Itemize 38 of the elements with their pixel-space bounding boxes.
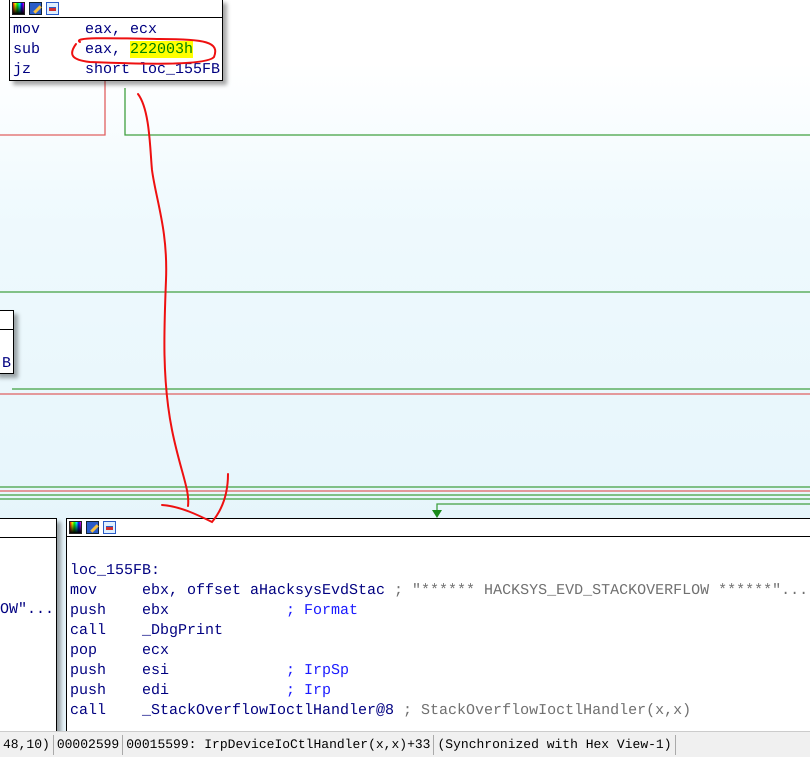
pencil-icon[interactable] (29, 2, 42, 15)
graph-icon[interactable] (103, 521, 116, 534)
status-text: (Synchronized with Hex View-1) (434, 735, 676, 755)
comment-text: ; "****** HACKSYS_EVD_STACKOVERFLOW ******"... (394, 582, 808, 599)
mnemonic-text: call (70, 701, 108, 721)
code-text: B (0, 354, 12, 374)
operand-text: edi (142, 681, 170, 701)
operand-text: eax, 222003h (85, 40, 194, 60)
operand-text: _StackOverflowIoctlHandler@8 (142, 701, 394, 721)
comment-text: ; Format (286, 602, 358, 619)
operand-text: short loc_155FB (85, 60, 220, 80)
graph-icon[interactable] (46, 2, 59, 15)
comment-text: ; IrpSp (286, 662, 350, 679)
operand-text: eax, ecx (85, 20, 158, 40)
code-text: OW"... (0, 600, 55, 620)
operand-text: ebx, offset aHacksysEvdStac (142, 581, 386, 601)
mnemonic-text: pop (70, 641, 98, 661)
comment-text: ; StackOverflowIoctlHandler(x,x) (403, 702, 692, 719)
mnemonic-text: push (70, 661, 108, 681)
mnemonic-text: call (70, 621, 108, 641)
operand-text: ecx (142, 641, 170, 661)
status-text: 00015599: IrpDeviceIoCtlHandler(x,x)+33 (123, 735, 434, 755)
status-text: 00002599 (54, 735, 124, 755)
mnemonic-text: sub (13, 40, 42, 60)
mnemonic-text: mov (13, 20, 42, 40)
operand-text: ebx (142, 601, 170, 621)
mnemonic-text: mov (70, 581, 98, 601)
palette-icon[interactable] (12, 2, 25, 15)
status-text: 48,10) (0, 735, 54, 755)
comment-text: ; Irp (286, 682, 332, 699)
mnemonic-text: push (70, 681, 108, 701)
palette-icon[interactable] (69, 521, 82, 534)
mnemonic-text: jz (13, 60, 32, 80)
operand-text: _DbgPrint (142, 621, 224, 641)
mnemonic-text: push (70, 601, 108, 621)
pencil-icon[interactable] (86, 521, 99, 534)
operand-text: esi (142, 661, 170, 681)
label-text: loc_155FB: (70, 562, 160, 579)
